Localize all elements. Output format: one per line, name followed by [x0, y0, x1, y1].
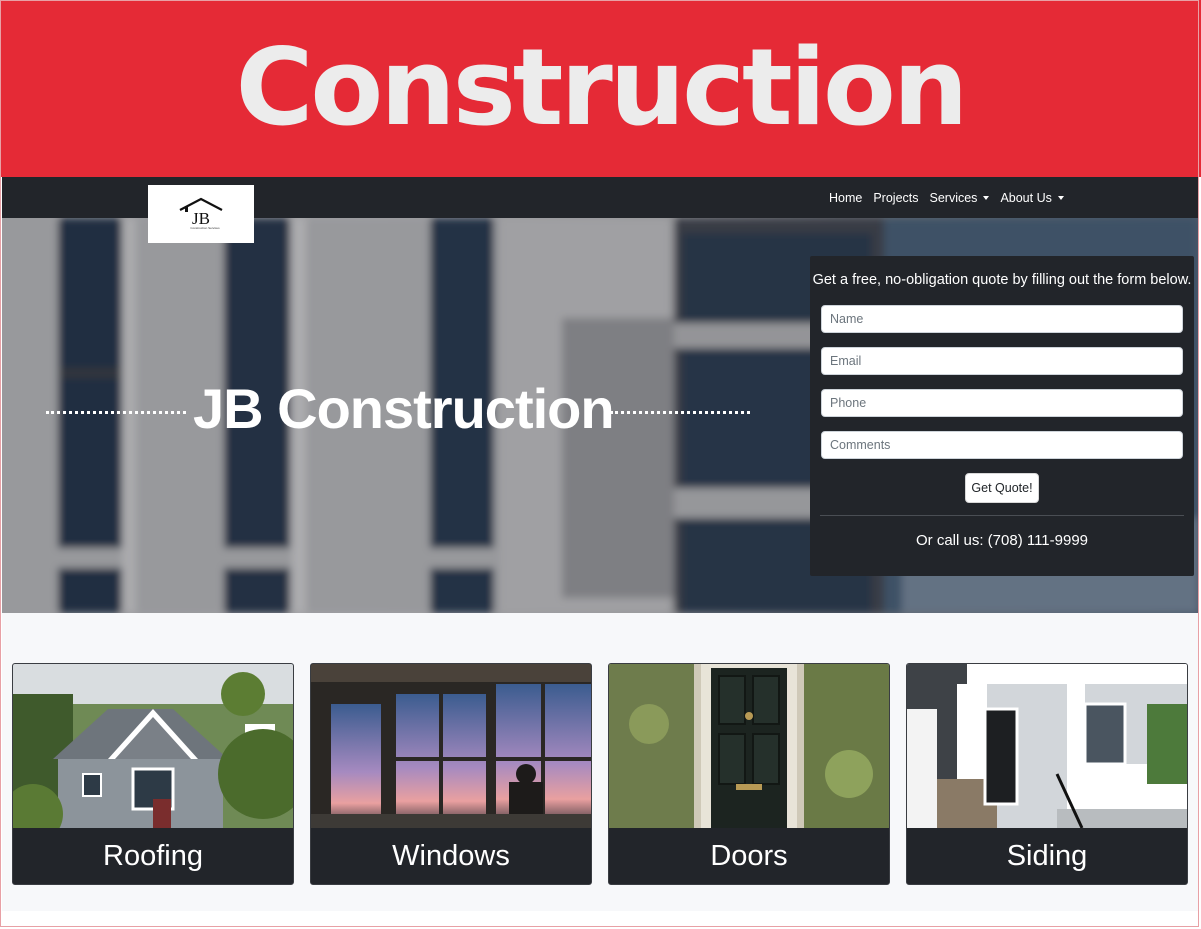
services-section: Roofing Windows Doors Siding [2, 613, 1198, 911]
dotted-line-left [46, 411, 186, 414]
dotted-line-right [610, 411, 750, 414]
service-card-doors[interactable]: Doors [608, 663, 890, 885]
nav-about-label: About Us [1000, 190, 1052, 205]
nav-projects-label: Projects [873, 190, 919, 205]
email-field[interactable] [821, 347, 1183, 375]
nav-about-dropdown[interactable]: About Us [1000, 190, 1064, 205]
logo-subtext: Construction Services [190, 226, 220, 230]
comments-field[interactable] [821, 431, 1183, 459]
caret-down-icon [983, 195, 990, 200]
name-field[interactable] [821, 305, 1183, 333]
roofing-image [13, 664, 293, 828]
navbar: JB Construction Services Home Projects S… [2, 177, 1198, 243]
siding-label: Siding [1006, 839, 1088, 872]
nav-services-dropdown[interactable]: Services [930, 191, 990, 205]
doors-label: Doors [710, 839, 788, 872]
service-card-windows[interactable]: Windows [310, 663, 592, 885]
windows-label: Windows [392, 839, 510, 872]
quote-intro-text: Get a free, no-obligation quote by filli… [812, 272, 1192, 288]
windows-image [311, 664, 591, 828]
banner-title: Construction [235, 26, 969, 149]
top-banner: Construction [0, 0, 1201, 177]
doors-image [609, 664, 889, 828]
house-logo-icon: JB Construction Services [179, 197, 223, 230]
service-card-siding[interactable]: Siding [906, 663, 1188, 885]
nav-links: Home Projects Services About Us [829, 177, 1075, 218]
caret-down-icon [1057, 195, 1064, 200]
get-quote-button[interactable]: Get Quote! [965, 473, 1039, 503]
nav-home-label: Home [829, 190, 863, 205]
divider [820, 515, 1184, 516]
quote-form: Get a free, no-obligation quote by filli… [810, 256, 1194, 576]
call-us-text: Or call us: (708) 111-9999 [915, 532, 1089, 549]
hero-title: JB Construction [193, 377, 615, 440]
nav-home[interactable]: Home [829, 191, 862, 205]
nav-projects[interactable]: Projects [873, 191, 918, 205]
brand-logo[interactable]: JB Construction Services [148, 185, 254, 243]
phone-field[interactable] [821, 389, 1183, 417]
siding-image [907, 664, 1187, 828]
nav-services-label: Services [929, 190, 978, 205]
roofing-label: Roofing [103, 839, 203, 872]
service-card-roofing[interactable]: Roofing [12, 663, 294, 885]
